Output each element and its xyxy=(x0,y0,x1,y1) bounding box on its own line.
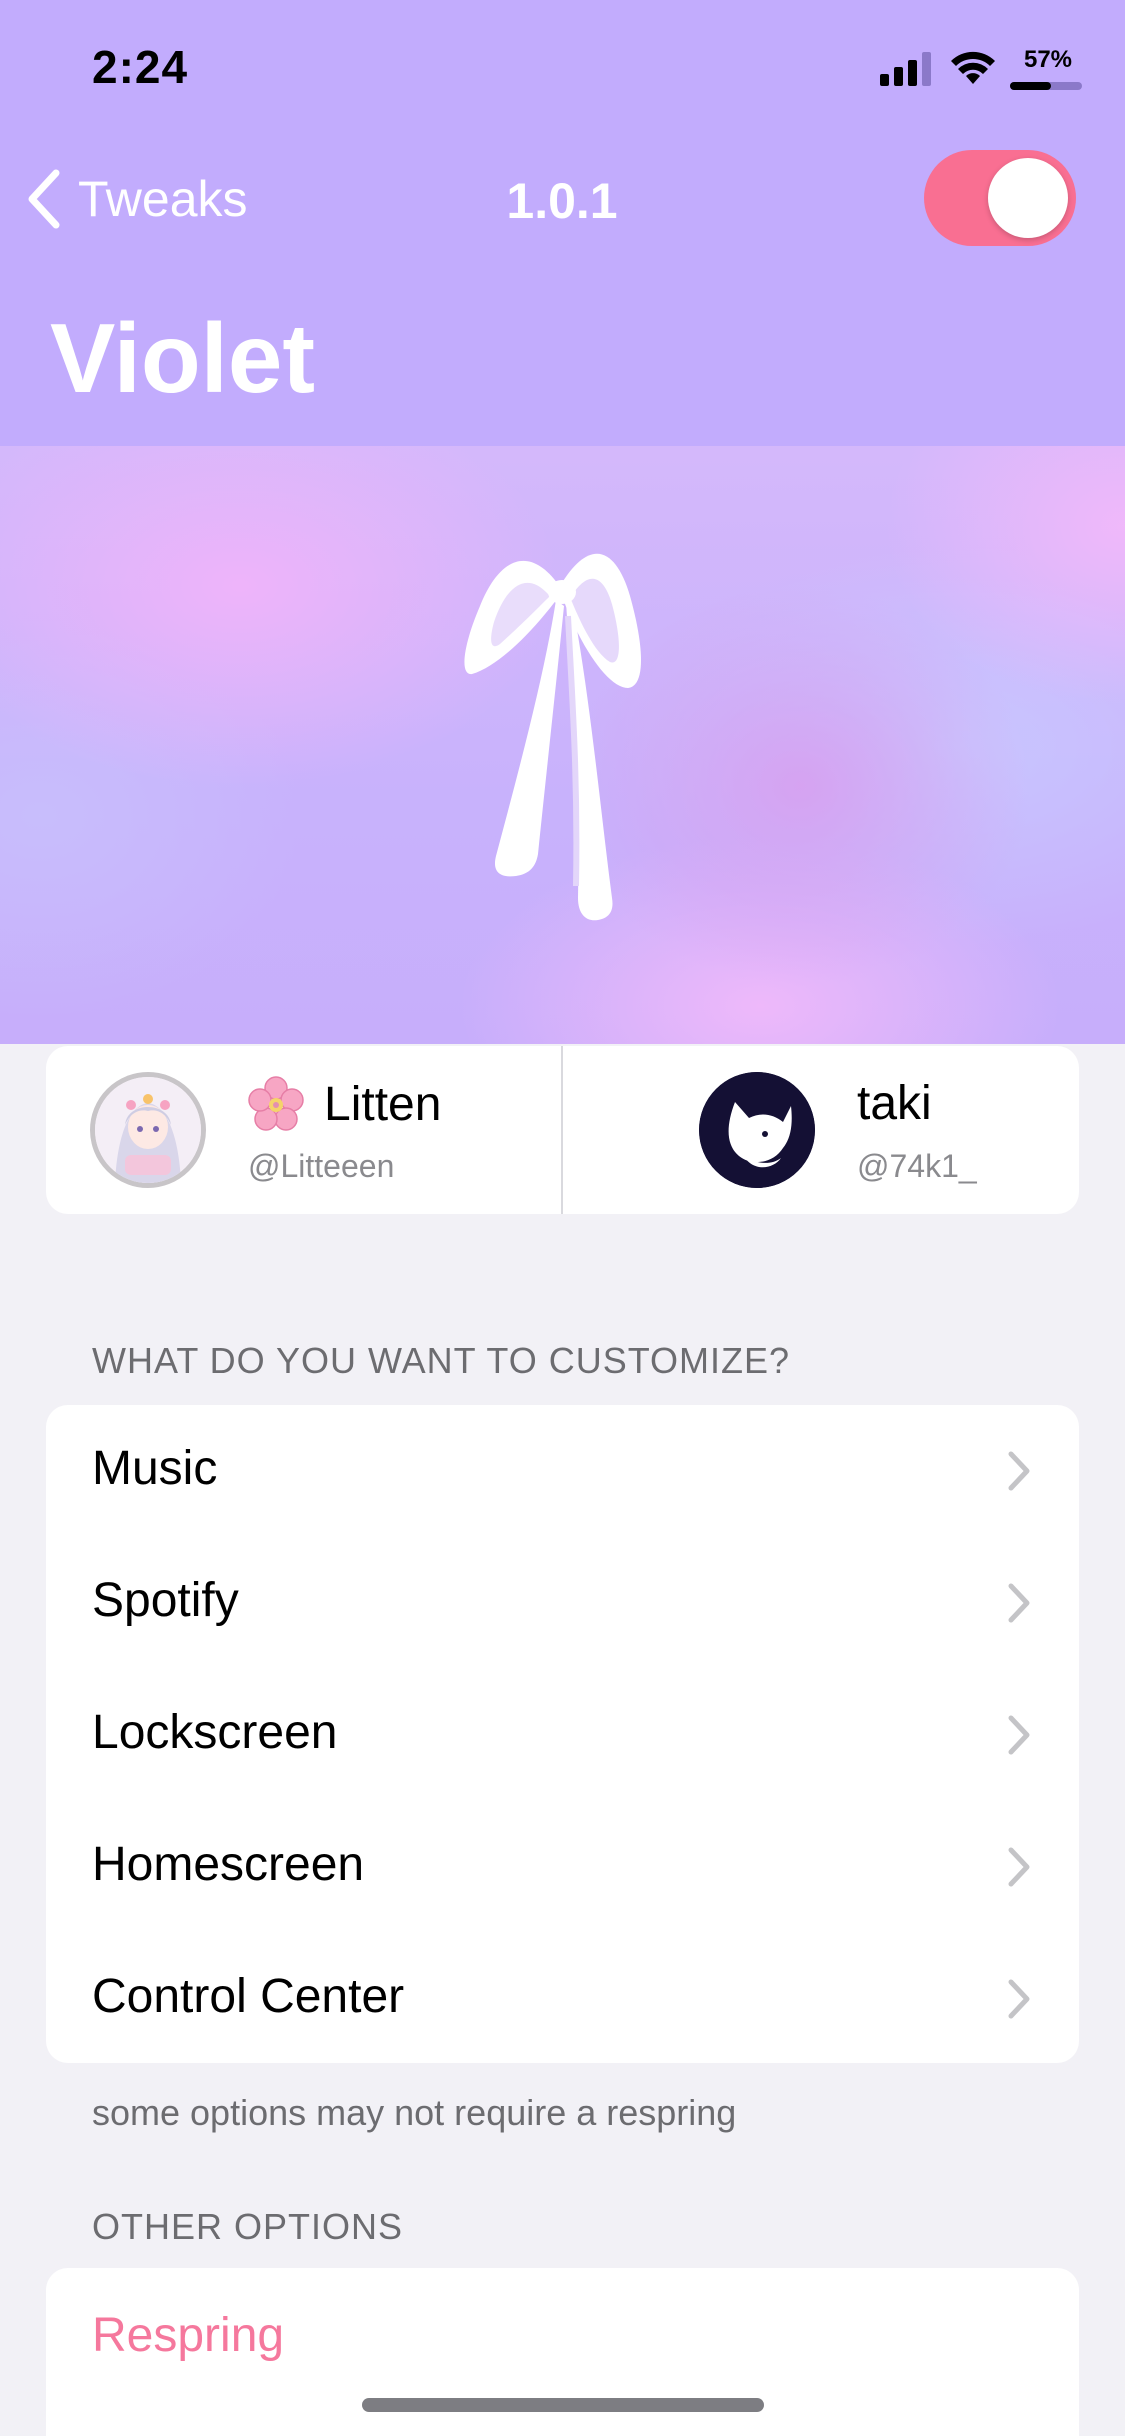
list-item-lockscreen[interactable]: Lockscreen xyxy=(46,1669,1079,1801)
avatar xyxy=(699,1072,815,1188)
chevron-right-icon xyxy=(1008,1847,1030,1887)
list-item-spotify[interactable]: Spotify xyxy=(46,1537,1079,1669)
nav-title: 1.0.1 xyxy=(506,173,618,229)
fox-avatar-icon xyxy=(699,1072,815,1188)
battery-percent: 57% xyxy=(1023,46,1073,73)
credit-handle: @74k1_ xyxy=(857,1148,977,1184)
header: 2:24 57% Tweaks 1.0.1 Violet xyxy=(0,0,1125,446)
row-label: Homescreen xyxy=(92,1838,365,1891)
chevron-right-icon xyxy=(1008,1583,1030,1623)
enable-toggle[interactable] xyxy=(924,150,1076,246)
row-label: Spotify xyxy=(92,1574,239,1627)
credit-name: taki xyxy=(857,1077,932,1130)
banner-image xyxy=(0,446,1125,1044)
row-label: Music xyxy=(92,1442,218,1495)
chevron-right-icon xyxy=(1008,1715,1030,1755)
credit-name: Litten xyxy=(248,1076,441,1132)
list-item-control-center[interactable]: Control Center xyxy=(46,1933,1079,2063)
section-footer-customize: some options may not require a respring xyxy=(92,2092,737,2133)
row-label: Lockscreen xyxy=(92,1706,338,1759)
list-item-homescreen[interactable]: Homescreen xyxy=(46,1801,1079,1933)
cherry-blossom-icon xyxy=(248,1076,304,1131)
status-bar: 2:24 57% xyxy=(0,0,1125,140)
credit-name-text: Litten xyxy=(324,1077,442,1131)
anime-avatar-icon xyxy=(95,1077,201,1183)
respring-button[interactable]: Respring xyxy=(46,2268,1079,2400)
toggle-knob xyxy=(988,158,1068,238)
list-item-music[interactable]: Music xyxy=(46,1405,1079,1537)
credit-litten[interactable]: Litten @Litteeen xyxy=(46,1046,562,1214)
respring-label: Respring xyxy=(92,2309,285,2362)
battery-icon: 57% xyxy=(1008,46,1084,92)
page-title: Violet xyxy=(50,303,316,413)
chevron-left-icon xyxy=(28,169,60,229)
signal-icon xyxy=(880,52,931,86)
status-time: 2:24 xyxy=(92,41,189,93)
credit-handle: @Litteeen xyxy=(248,1148,395,1184)
ribbon-icon xyxy=(464,553,641,921)
customize-list: Music Spotify Lockscreen Homescreen Cont… xyxy=(46,1405,1079,2063)
row-label: Control Center xyxy=(92,1970,405,2023)
back-button-label: Tweaks xyxy=(78,171,248,227)
section-header-other: OTHER OPTIONS xyxy=(92,2206,404,2247)
back-button[interactable]: Tweaks xyxy=(24,164,248,234)
home-indicator[interactable] xyxy=(362,2398,764,2412)
chevron-right-icon xyxy=(1008,1451,1030,1491)
chevron-right-icon xyxy=(1008,1979,1030,2019)
avatar xyxy=(90,1072,206,1188)
credit-taki[interactable]: taki @74k1_ xyxy=(563,1046,1079,1214)
section-header-customize: WHAT DO YOU WANT TO CUSTOMIZE? xyxy=(92,1340,791,1381)
battery-level-fill xyxy=(1010,82,1052,90)
credits-divider xyxy=(561,1046,563,1214)
battery-level-bar xyxy=(1010,82,1082,90)
wifi-icon xyxy=(951,51,995,84)
